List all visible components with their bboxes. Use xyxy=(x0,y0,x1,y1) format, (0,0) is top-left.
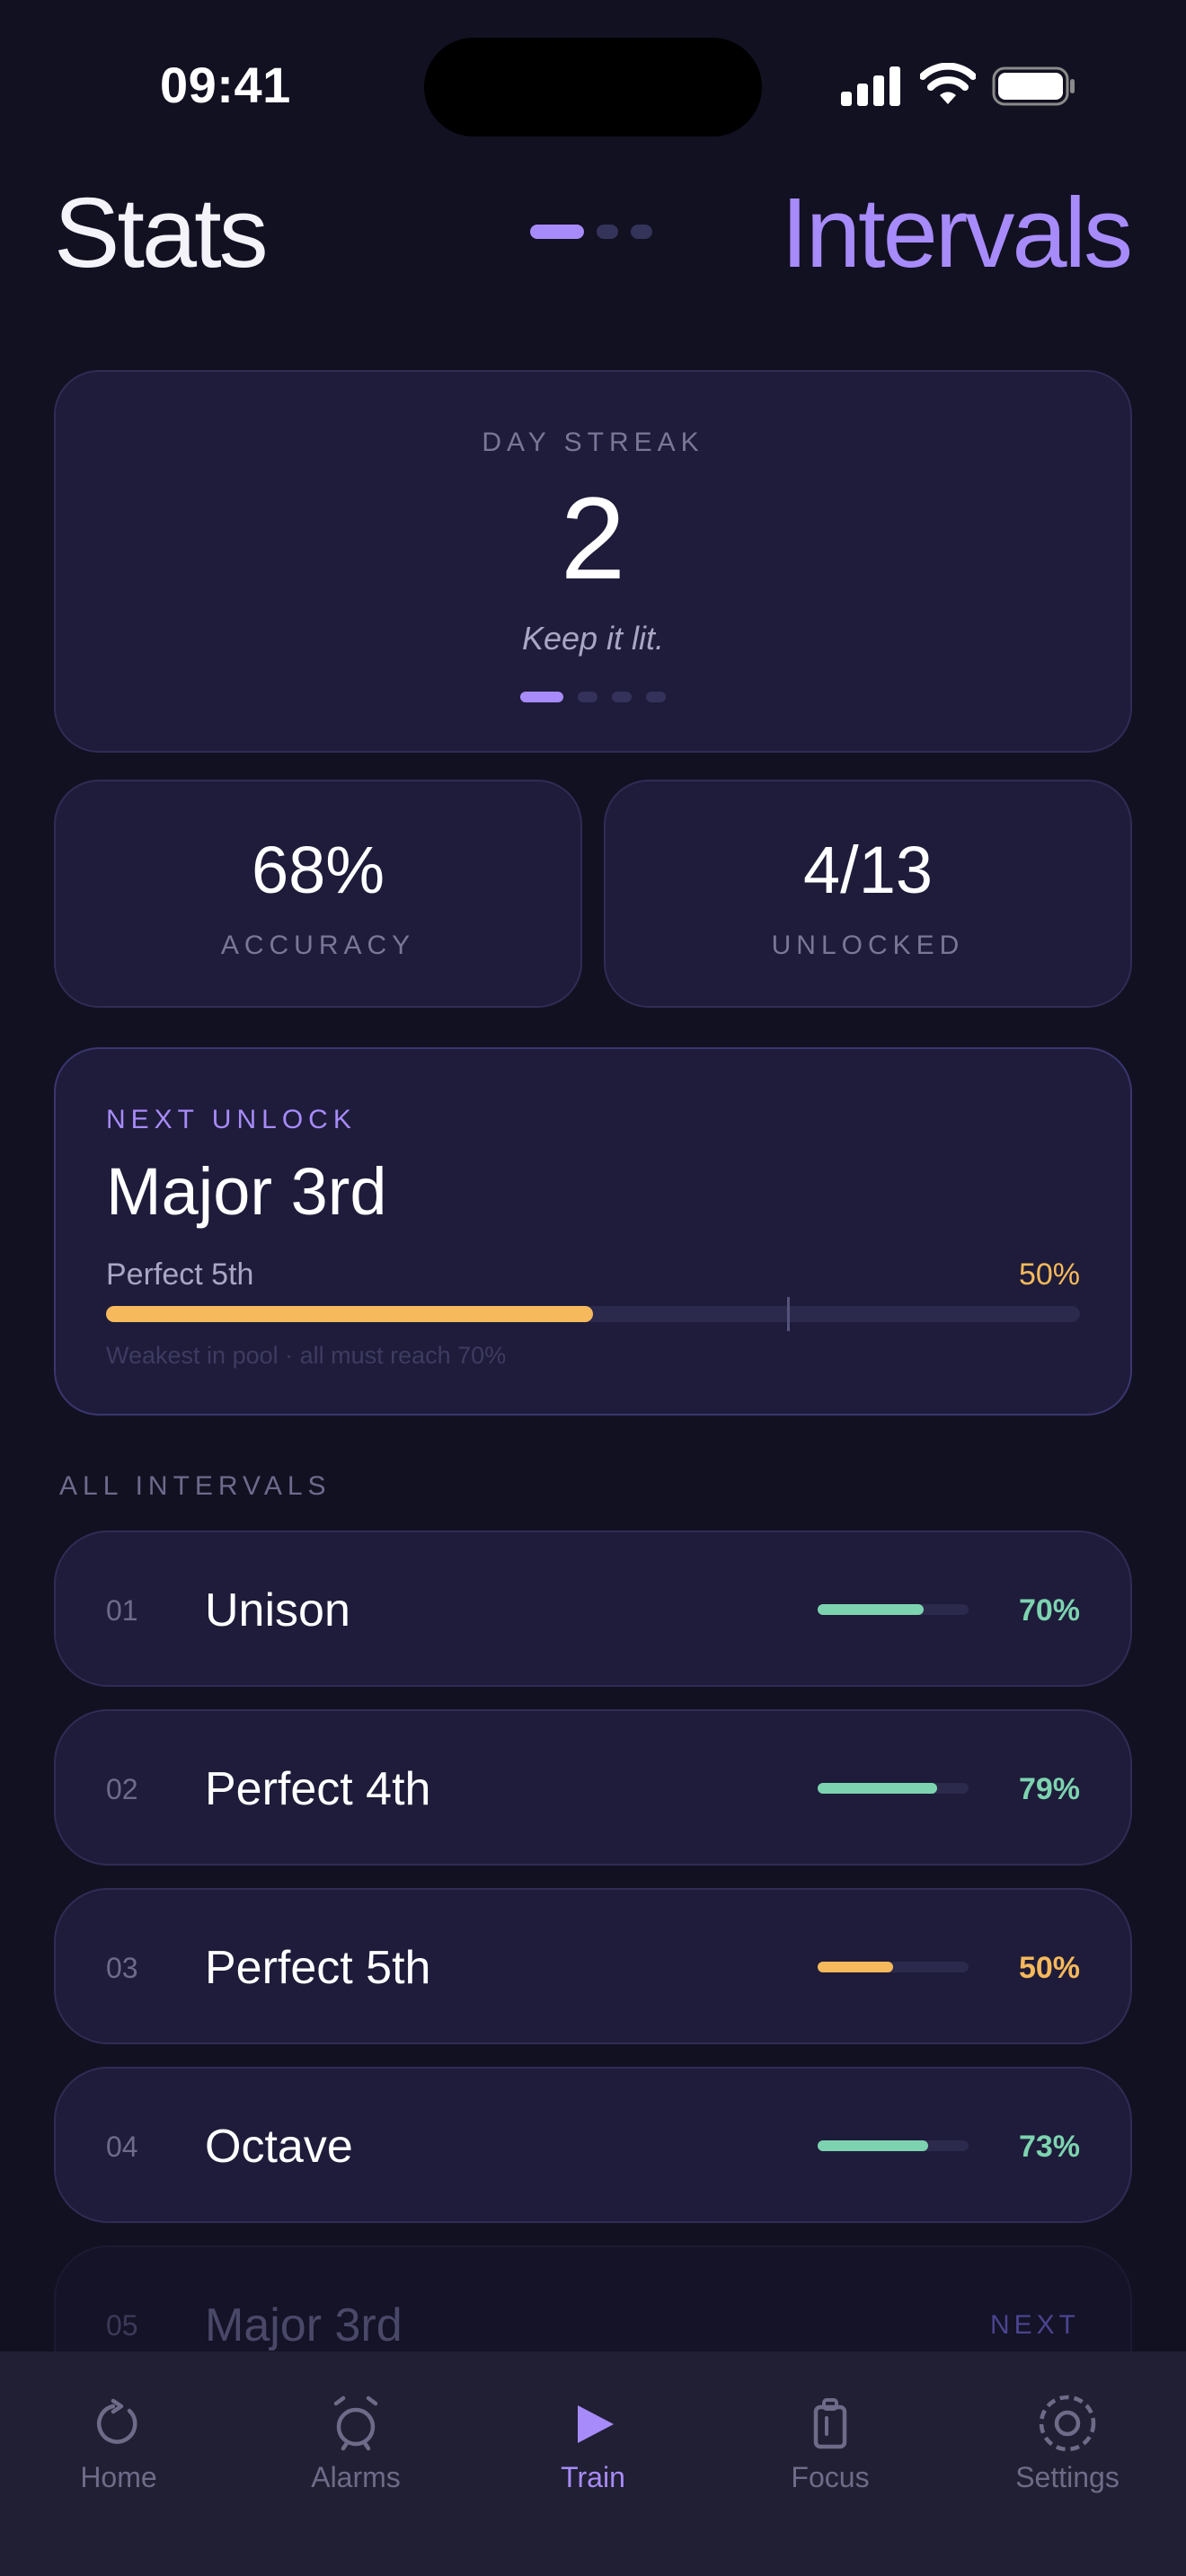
streak-value: 2 xyxy=(560,472,626,604)
interval-name: Perfect 5th xyxy=(205,1942,431,1994)
tab-settings[interactable]: Settings xyxy=(949,2351,1186,2576)
interval-number: 01 xyxy=(106,1594,138,1627)
unlock-progress-fill xyxy=(106,1306,593,1322)
interval-progress-track xyxy=(818,1962,969,1972)
weakest-interval-name: Perfect 5th xyxy=(106,1257,254,1292)
tab-bar: Home Alarms Train Focus Settings xyxy=(0,2351,1186,2576)
page-dot[interactable] xyxy=(597,225,618,239)
interval-percent: 50% xyxy=(1018,1951,1080,1985)
interval-percent: 70% xyxy=(1018,1593,1080,1628)
interval-name: Octave xyxy=(205,2121,353,2173)
interval-progress-fill xyxy=(818,1604,924,1615)
accuracy-value: 68% xyxy=(251,833,385,907)
interval-name: Perfect 4th xyxy=(205,1763,431,1815)
interval-number: 03 xyxy=(106,1952,138,1984)
streak-label: DAY STREAK xyxy=(482,428,704,457)
page-indicator[interactable] xyxy=(530,225,652,239)
unlock-threshold-marker xyxy=(786,1297,790,1331)
cellular-signal-icon xyxy=(841,66,900,106)
interval-progress-track xyxy=(818,2140,969,2151)
interval-percent: 79% xyxy=(1018,1772,1080,1806)
play-icon xyxy=(578,2405,614,2443)
interval-progress-fill xyxy=(818,1962,893,1972)
interval-progress-fill xyxy=(818,1783,937,1794)
unlock-note: Weakest in pool · all must reach 70% xyxy=(106,1342,507,1369)
battery-icon xyxy=(992,66,1075,106)
next-unlock-name: Major 3rd xyxy=(106,1154,387,1229)
interval-progress-track xyxy=(818,1604,969,1615)
tab-label: Home xyxy=(80,2461,157,2493)
page-dot[interactable] xyxy=(631,225,652,239)
unlock-progress-track xyxy=(106,1297,1080,1331)
wifi-icon xyxy=(920,63,976,104)
tab-focus[interactable]: Focus xyxy=(712,2351,949,2576)
tab-home[interactable]: Home xyxy=(0,2351,237,2576)
streak-card: DAY STREAK 2 Keep it lit. xyxy=(54,370,1132,753)
interval-number: 02 xyxy=(106,1773,138,1805)
intervals-page-link[interactable]: Intervals xyxy=(781,176,1133,290)
unlocked-card: 4/13 UNLOCKED xyxy=(604,780,1132,1008)
unlocked-value: 4/13 xyxy=(802,833,934,907)
page-title: Stats xyxy=(54,178,269,288)
streak-dot[interactable] xyxy=(612,692,632,702)
tab-alarms[interactable]: Alarms xyxy=(237,2351,474,2576)
interval-progress-track xyxy=(818,1783,969,1794)
focus-icon xyxy=(813,2398,847,2449)
streak-dot[interactable] xyxy=(646,692,666,702)
accuracy-label: ACCURACY xyxy=(220,931,416,960)
settings-icon xyxy=(1039,2395,1096,2452)
alarm-icon xyxy=(333,2395,378,2451)
interval-name: Unison xyxy=(205,1584,350,1636)
next-unlock-card[interactable]: NEXT UNLOCK Major 3rd Perfect 5th 50% We… xyxy=(54,1047,1132,1416)
unlocked-label: UNLOCKED xyxy=(771,931,965,960)
interval-row[interactable]: 01 Unison 70% xyxy=(54,1531,1132,1687)
all-intervals-heading: ALL INTERVALS xyxy=(59,1471,332,1501)
streak-carousel-dots[interactable] xyxy=(56,692,1130,702)
home-icon xyxy=(97,2398,137,2444)
streak-subtitle: Keep it lit. xyxy=(521,620,665,657)
interval-progress-fill xyxy=(818,2140,928,2151)
status-time: 09:41 xyxy=(160,57,291,113)
interval-row[interactable]: 04 Octave 73% xyxy=(54,2067,1132,2223)
screen: 09:41 Stats Intervals DAY STREAK 2 Keep … xyxy=(0,0,1186,2576)
page-dot-active[interactable] xyxy=(530,225,584,239)
weakest-interval-row: Perfect 5th 50% xyxy=(106,1257,1080,1292)
interval-percent: 73% xyxy=(1018,2130,1080,2164)
next-unlock-label: NEXT UNLOCK xyxy=(106,1105,357,1134)
streak-dot[interactable] xyxy=(578,692,597,702)
tab-label: Alarms xyxy=(311,2461,401,2493)
tab-label: Focus xyxy=(791,2461,870,2493)
interval-row[interactable]: 03 Perfect 5th 50% xyxy=(54,1888,1132,2044)
weakest-interval-percent: 50% xyxy=(1018,1257,1080,1292)
interval-row[interactable]: 02 Perfect 4th 79% xyxy=(54,1709,1132,1866)
tab-label: Train xyxy=(561,2461,625,2493)
tab-label: Settings xyxy=(1015,2461,1120,2493)
interval-number: 04 xyxy=(106,2130,138,2163)
streak-dot-active[interactable] xyxy=(520,692,563,702)
dynamic-island xyxy=(424,38,762,137)
tab-train[interactable]: Train xyxy=(474,2351,712,2576)
accuracy-card: 68% ACCURACY xyxy=(54,780,582,1008)
